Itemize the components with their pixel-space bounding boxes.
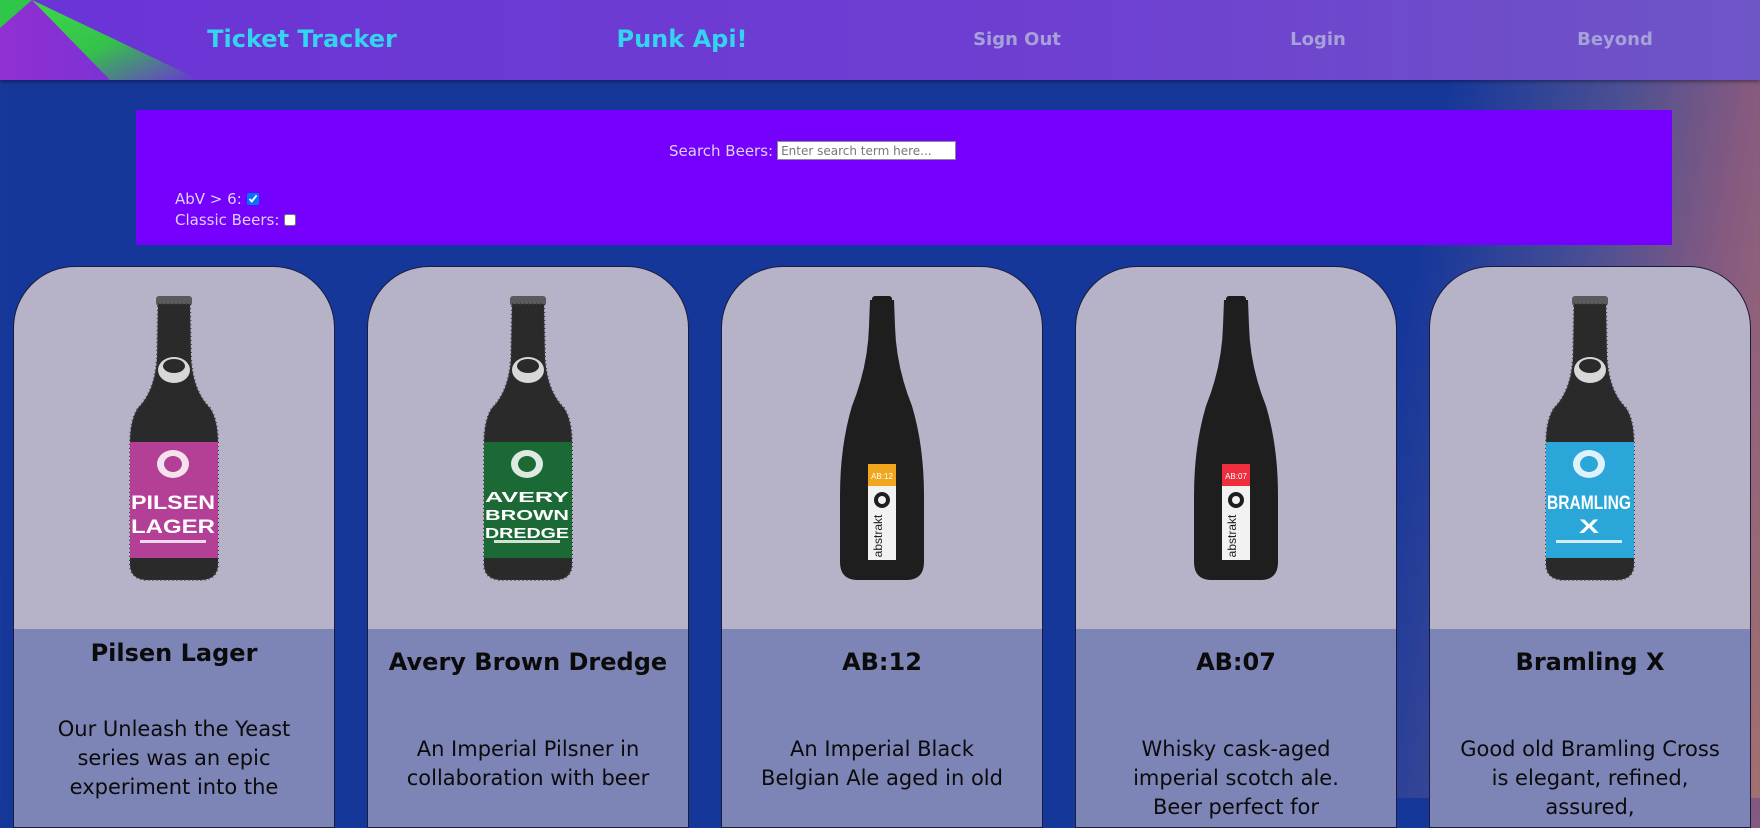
beer-card-body: Bramling X Good old Bramling Cross is ele… [1430,629,1750,827]
beer-description: An Imperial Pilsner in collaboration wit… [406,737,650,790]
svg-text:abstrakt: abstrakt [1225,514,1239,557]
beer-bottle-image-graphic: AB:12 abstrakt [840,296,924,580]
beer-card-body: Avery Brown Dredge An Imperial Pilsner in… [368,629,688,827]
beer-bottle-image-graphic: PILSEN LAGER [129,296,219,581]
abv-filter-label: AbV > 6: [175,190,242,208]
search-filter-panel: Search Beers: AbV > 6: Classic Beers: [136,110,1672,245]
nav-ticket-tracker-link[interactable]: Ticket Tracker [207,0,397,78]
svg-text:AVERY: AVERY [485,489,569,506]
search-label: Search Beers: [669,141,774,160]
beer-name: AB:12 [842,648,922,676]
beer-card[interactable]: AB:12 abstrakt AB:12 An Imperial Black Be… [721,266,1043,828]
svg-text:BRAMLING: BRAMLING [1547,493,1631,514]
beer-bottle-image: PILSEN LAGER [14,267,334,629]
beer-bottle-image: AB:07 abstrakt [1076,267,1396,629]
search-input[interactable] [777,141,957,160]
corner-logo [0,0,200,80]
beer-card-body: AB:07 Whisky cask-aged imperial scotch al… [1076,629,1396,827]
svg-text:LAGER: LAGER [131,517,215,538]
beer-name: AB:07 [1196,648,1276,676]
abv-filter-checkbox[interactable] [246,193,259,205]
beer-bottle-image: BRAMLING X [1430,267,1750,629]
svg-text:X: X [1579,517,1599,538]
classic-filter-row: Classic Beers: [175,211,297,229]
svg-text:abstrakt: abstrakt [871,514,885,557]
beer-bottle-image-graphic: AVERYBROWNDREDGE [483,296,573,581]
classic-filter-checkbox[interactable] [284,214,297,226]
beer-description: Our Unleash the Yeast series was an epic… [57,717,291,799]
beer-card[interactable]: AVERY BROWN DREDGE Avery Brown Dredge An Im… [367,266,689,828]
svg-text:AB:12: AB:12 [871,472,893,481]
nav-login-link[interactable]: Login [1290,0,1346,78]
svg-text:BROWN: BROWN [485,507,569,524]
beer-bottle-image-graphic: BRAMLING X [1545,296,1635,581]
beer-bottle-image: AB:12 abstrakt [722,267,1042,629]
beer-card[interactable]: BRAMLING X Bramling X Good old Bramling Cr… [1429,266,1751,828]
nav-punk-api-link[interactable]: Punk Api! [616,0,747,78]
beer-name: Bramling X [1515,648,1665,676]
beer-card-body: Pilsen Lager Our Unleash the Yeast series… [14,629,334,827]
abv-filter-row: AbV > 6: [175,190,259,208]
top-navigation-bar: Ticket Tracker Punk Api! Sign Out Login … [0,0,1760,80]
nav-sign-out-link[interactable]: Sign Out [973,0,1061,78]
beer-name: Pilsen Lager [90,639,258,667]
beer-description: An Imperial Black Belgian Ale aged in ol… [761,737,1003,790]
svg-text:PILSEN: PILSEN [131,493,215,514]
classic-filter-label: Classic Beers: [175,211,280,229]
beer-name: Avery Brown Dredge [388,648,668,676]
svg-text:DREDGE: DREDGE [485,525,569,542]
beer-card[interactable]: PILSEN LAGER Pilsen Lager Our Unleash the … [13,266,335,828]
nav-beyond-link[interactable]: Beyond [1577,0,1653,78]
beer-description: Good old Bramling Cross is elegant, refi… [1460,737,1720,819]
svg-text:AB:07: AB:07 [1225,472,1247,481]
beer-bottle-image: AVERY BROWN DREDGE [368,267,688,629]
search-row: Search Beers: [669,141,957,160]
beer-card-body: AB:12 An Imperial Black Belgian Ale aged … [722,629,1042,827]
beer-description: Whisky cask-aged imperial scotch ale. Be… [1133,737,1339,819]
beer-card[interactable]: AB:07 abstrakt AB:07 Whisky cask-aged imp… [1075,266,1397,828]
beer-bottle-image-graphic: AB:07 abstrakt [1194,296,1278,580]
